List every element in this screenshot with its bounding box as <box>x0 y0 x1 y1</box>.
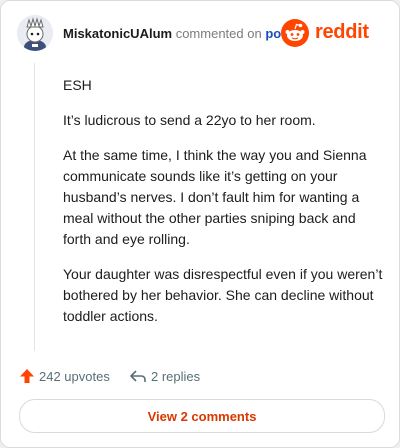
comment-paragraph: It’s ludicrous to send a 22yo to her roo… <box>63 112 316 128</box>
comment-meta: MiskatonicUAlum commented on post <box>63 26 293 41</box>
reply-count: 2 replies <box>151 368 201 384</box>
thread-line <box>34 63 35 351</box>
username-link[interactable]: MiskatonicUAlum <box>63 26 172 41</box>
comment-paragraph: ESH <box>63 77 92 93</box>
comment-actions: 242 upvotes 2 replies <box>19 365 379 387</box>
reddit-snoo-icon <box>281 19 309 47</box>
upvote-arrow-icon <box>20 369 34 383</box>
comment-paragraph: At the same time, I think the way you an… <box>63 147 367 247</box>
comment-body: ESH It’s ludicrous to send a 22yo to her… <box>63 75 385 341</box>
upvote-button[interactable]: 242 upvotes <box>19 365 110 387</box>
avatar[interactable] <box>17 15 53 51</box>
commented-on-text: commented on <box>175 26 262 41</box>
reddit-brand[interactable]: reddit <box>281 19 385 47</box>
comment-card: MiskatonicUAlum commented on post reddit… <box>0 0 400 448</box>
avatar-icon <box>17 15 53 51</box>
reddit-wordmark: reddit <box>315 21 369 43</box>
view-comments-button[interactable]: View 2 comments <box>19 399 385 433</box>
comment-header: MiskatonicUAlum commented on post reddit <box>17 15 385 55</box>
reply-arrow-icon <box>130 370 146 382</box>
replies-button[interactable]: 2 replies <box>129 365 200 387</box>
upvote-count: 242 upvotes <box>39 368 110 384</box>
comment-paragraph: Your daughter was disrespectful even if … <box>63 266 383 324</box>
